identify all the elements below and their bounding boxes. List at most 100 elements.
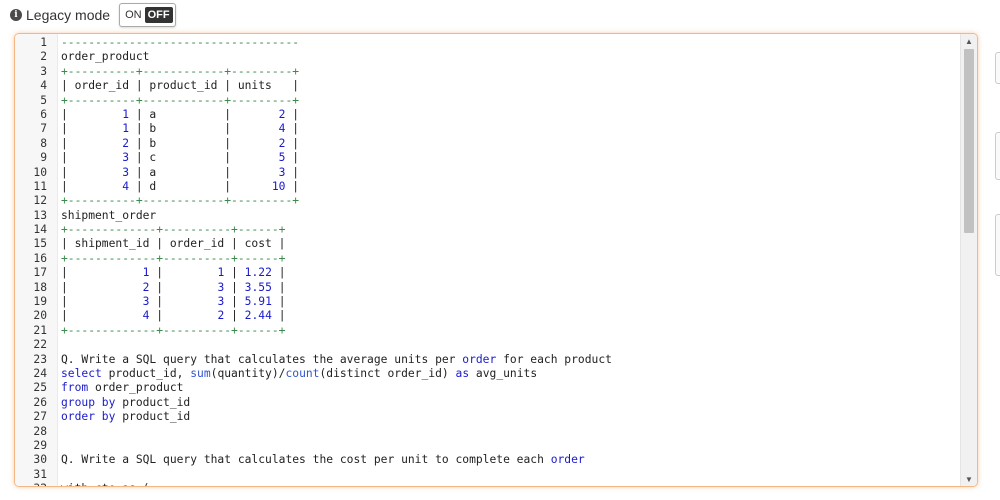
side-panel-tab[interactable]	[995, 52, 1000, 84]
code-token: count	[285, 366, 320, 380]
code-line[interactable]: 2 order_product	[15, 50, 960, 64]
code-token: 3	[122, 165, 130, 179]
code-token: |	[61, 309, 143, 323]
code-line[interactable]: 28	[15, 425, 960, 439]
code-token: (distinct order_id)	[319, 366, 456, 380]
arrow-up-icon[interactable]: ▲	[961, 34, 977, 48]
code-line[interactable]: 26 group by product_id	[15, 396, 960, 410]
code-line[interactable]: 20 | 4 | 2 | 2.44 |	[15, 309, 960, 323]
code-token: |	[149, 309, 218, 323]
code-token: Q. Write a SQL query that calculates the…	[61, 453, 551, 467]
side-panel-tab[interactable]	[995, 214, 1000, 276]
code-line[interactable]: 21 +-------------+----------+------+	[15, 324, 960, 338]
code-token: |	[61, 179, 123, 193]
line-number: 27	[33, 410, 47, 424]
code-line[interactable]: 11 | 4 | d | 10 |	[15, 180, 960, 194]
line-number: 30	[33, 453, 47, 467]
legacy-mode-label: Legacy mode	[26, 7, 111, 23]
line-number: 18	[33, 280, 47, 294]
code-token: 2.44	[244, 309, 272, 323]
side-panel-tab[interactable]	[995, 132, 1000, 180]
line-number: 3	[40, 64, 47, 78]
code-line[interactable]: 3 +----------+------------+---------+	[15, 65, 960, 79]
code-line[interactable]: 4 | order_id | product_id | units |	[15, 79, 960, 93]
code-line[interactable]: 14 +-------------+----------+------+	[15, 223, 960, 237]
line-number: 1	[40, 36, 47, 49]
code-editor[interactable]: 1 ----------------------------------- 2 ord…	[14, 33, 978, 487]
line-number: 13	[33, 208, 47, 222]
line-number: 26	[33, 395, 47, 409]
code-line[interactable]: 23 Q. Write a SQL query that calculates t…	[15, 353, 960, 367]
line-number: 20	[33, 309, 47, 323]
line-number: 32	[15, 482, 47, 486]
code-line[interactable]: 9 | 3 | c | 5 |	[15, 151, 960, 165]
code-line[interactable]: 17 | 1 | 1 | 1.22 |	[15, 266, 960, 280]
code-line[interactable]: 7 | 1 | b | 4 |	[15, 122, 960, 136]
code-line[interactable]: 24 select product_id, sum(quantity)/count…	[15, 367, 960, 381]
code-token: |	[271, 295, 286, 309]
line-number: 11	[33, 179, 47, 193]
code-token: 3.55	[244, 280, 272, 294]
code-token: group by	[61, 395, 116, 409]
line-number: 29	[33, 438, 47, 452]
code-line[interactable]: 22	[15, 338, 960, 352]
line-number: 28	[33, 424, 47, 438]
code-token: |	[271, 266, 286, 280]
code-token: 3	[122, 151, 130, 165]
code-line[interactable]: 18 | 2 | 3 | 3.55 |	[15, 281, 960, 295]
legacy-mode-toggle[interactable]: ON OFF	[119, 3, 176, 27]
code-line[interactable]: 16 +-------------+----------+------+	[15, 252, 960, 266]
code-text: with cte as (	[47, 482, 149, 486]
code-lines[interactable]: 1 ----------------------------------- 2 ord…	[15, 36, 960, 486]
line-number: 4	[40, 79, 47, 93]
code-line[interactable]: 27 order by product_id	[15, 410, 960, 424]
code-text: | 1 | b | 4 |	[47, 122, 299, 136]
code-text: shipment_order	[47, 209, 156, 223]
code-line[interactable]: 13 shipment_order	[15, 209, 960, 223]
line-number: 15	[33, 237, 47, 251]
code-text: | 3 | 3 | 5.91 |	[47, 295, 286, 309]
line-number: 19	[33, 295, 47, 309]
scrollbar-thumb[interactable]	[964, 49, 974, 233]
code-token: |	[285, 107, 300, 121]
code-text: +-------------+----------+------+	[47, 252, 285, 266]
info-circle-icon[interactable]: i	[10, 9, 22, 21]
line-number: 16	[33, 251, 47, 265]
code-line[interactable]: 12 +----------+------------+---------+	[15, 194, 960, 208]
code-token: from	[61, 381, 89, 395]
code-token: 2	[122, 136, 130, 150]
vertical-scrollbar[interactable]: ▲ ▼	[960, 34, 977, 486]
code-line[interactable]: 1 -----------------------------------	[15, 36, 960, 50]
code-text: +----------+------------+---------+	[47, 65, 299, 79]
code-text: | 3 | c | 5 |	[47, 151, 299, 165]
code-line[interactable]: 8 | 2 | b | 2 |	[15, 137, 960, 151]
code-line[interactable]: 15 | shipment_id | order_id | cost |	[15, 237, 960, 251]
code-text: from order_product	[47, 381, 183, 395]
code-token: | a |	[129, 107, 279, 121]
code-token: (quantity)/	[210, 366, 286, 380]
code-text: | 1 | a | 2 |	[47, 108, 299, 122]
code-line[interactable]: 25 from order_product	[15, 381, 960, 395]
code-line[interactable]: 10 | 3 | a | 3 |	[15, 166, 960, 180]
code-text: | order_id | product_id | units |	[47, 79, 299, 93]
code-token: shipment_order	[61, 208, 157, 222]
code-token: 1	[122, 122, 130, 136]
line-number: 23	[33, 352, 47, 366]
line-number: 9	[40, 151, 47, 165]
arrow-down-icon[interactable]: ▼	[961, 472, 977, 486]
code-token: |	[224, 266, 245, 280]
code-line[interactable]: 6 | 1 | a | 2 |	[15, 108, 960, 122]
line-number: 22	[33, 338, 47, 352]
code-line[interactable]: 19 | 3 | 3 | 5.91 |	[15, 295, 960, 309]
code-token: product_id,	[101, 366, 191, 380]
code-token: |	[285, 136, 300, 150]
line-number: 24	[33, 366, 47, 380]
code-line[interactable]: 31	[15, 468, 960, 482]
code-token: |	[271, 280, 286, 294]
code-line[interactable]: 5 +----------+------------+---------+	[15, 94, 960, 108]
code-line[interactable]: 32 with cte as (	[15, 482, 960, 486]
code-line[interactable]: 30 Q. Write a SQL query that calculates t…	[15, 453, 960, 467]
code-line[interactable]: 29	[15, 439, 960, 453]
